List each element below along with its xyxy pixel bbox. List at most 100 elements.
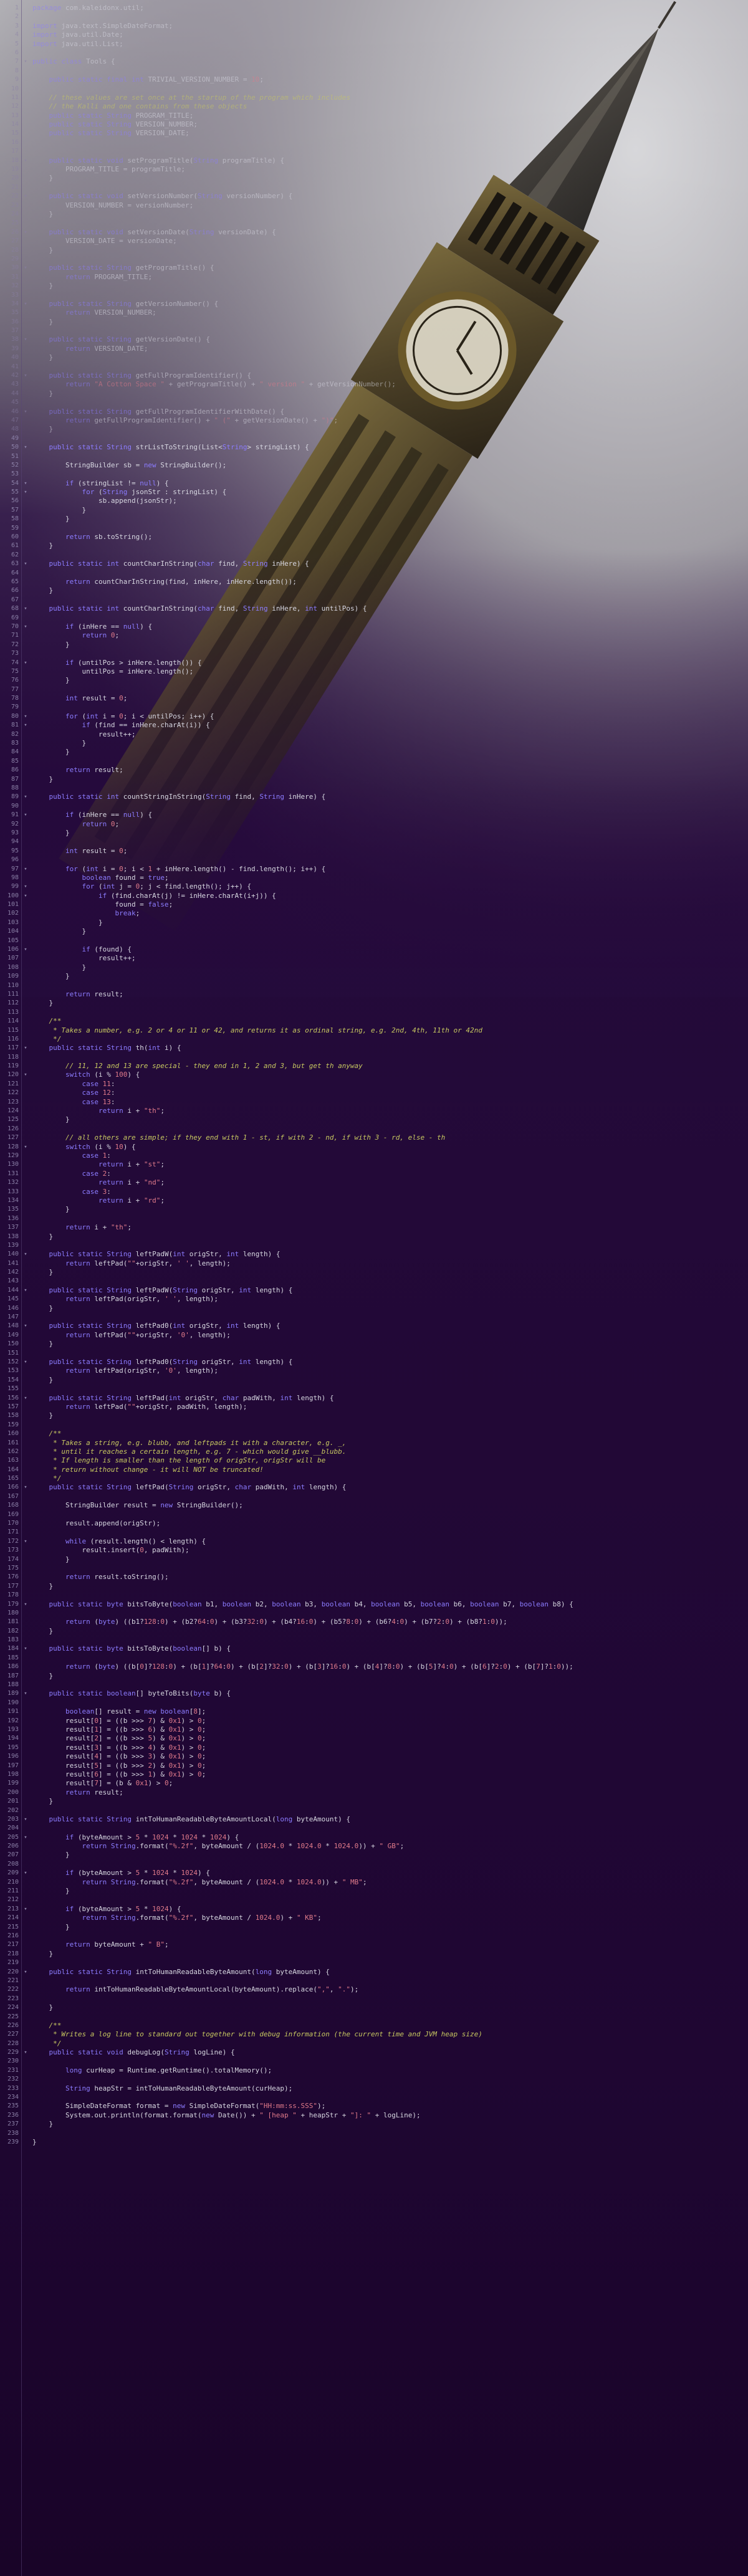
code-line[interactable]: 50 ▾ public static String strListToString… xyxy=(0,443,748,452)
fold-marker-icon[interactable]: ▾ xyxy=(22,1483,29,1492)
code-line[interactable]: 179 ▾ public static byte bitsToByte(boole… xyxy=(0,1600,748,1609)
code-line[interactable]: 222 return intToHumanReadableByteAmountL… xyxy=(0,1985,748,1994)
code-line[interactable]: 30 ▾ public static String getProgramTitle… xyxy=(0,264,748,272)
code-line[interactable]: 164 * return without change - it will NO… xyxy=(0,1466,748,1474)
code-line[interactable]: 92 return 0; xyxy=(0,820,748,829)
code-line[interactable]: 106 ▾ if (found) { xyxy=(0,945,748,954)
code-line[interactable]: 172 ▾ while (result.length() < length) { xyxy=(0,1537,748,1546)
code-line[interactable]: 147 xyxy=(0,1313,748,1322)
code-line[interactable]: 73 xyxy=(0,649,748,658)
code-line[interactable]: 15 public static String VERSION_DATE; xyxy=(0,129,748,138)
fold-marker-icon[interactable]: ▾ xyxy=(22,721,29,730)
code-line[interactable]: 224 } xyxy=(0,2003,748,2012)
code-line[interactable]: 3 import java.text.SimpleDateFormat; xyxy=(0,22,748,31)
code-line[interactable]: 25 xyxy=(0,219,748,227)
code-line[interactable]: 210 return String.format("%.2f", byteAmo… xyxy=(0,1878,748,1887)
code-line[interactable]: 169 xyxy=(0,1510,748,1519)
code-line[interactable]: 47 return getFullProgramIdentifier() + "… xyxy=(0,416,748,425)
code-line[interactable]: 84 } xyxy=(0,748,748,756)
fold-marker-icon[interactable]: ▾ xyxy=(22,1358,29,1367)
fold-marker-icon[interactable]: ▾ xyxy=(22,1143,29,1152)
code-line[interactable]: 44 } xyxy=(0,389,748,398)
code-line[interactable]: 148 ▾ public static String leftPad0(int o… xyxy=(0,1322,748,1330)
code-line[interactable]: 207 } xyxy=(0,1851,748,1859)
code-line[interactable]: 144 ▾ public static String leftPadW(Strin… xyxy=(0,1286,748,1295)
fold-marker-icon[interactable]: ▾ xyxy=(22,443,29,452)
code-line[interactable]: 213 ▾ if (byteAmount > 5 * 1024) { xyxy=(0,1905,748,1914)
code-line[interactable]: 175 xyxy=(0,1564,748,1573)
code-line[interactable]: 118 xyxy=(0,1053,748,1062)
code-line[interactable]: 205 ▾ if (byteAmount > 5 * 1024 * 1024 * … xyxy=(0,1833,748,1842)
code-line[interactable]: 7 ▾ public class Tools { xyxy=(0,57,748,66)
code-line[interactable]: 69 xyxy=(0,614,748,623)
code-line[interactable]: 230 xyxy=(0,2057,748,2066)
code-line[interactable]: 159 xyxy=(0,1421,748,1429)
code-line[interactable]: 170 result.append(origStr); xyxy=(0,1519,748,1528)
code-lines[interactable]: 1 package com.kaleidonx.util; 2 3 import jav… xyxy=(0,4,748,2147)
code-line[interactable]: 157 return leftPad(""+origStr, padWith, … xyxy=(0,1403,748,1411)
fold-marker-icon[interactable]: ▾ xyxy=(22,1071,29,1079)
code-line[interactable]: 178 xyxy=(0,1591,748,1600)
code-line[interactable]: 81 ▾ if (find == inHere.charAt(i)) { xyxy=(0,721,748,730)
code-line[interactable]: 212 xyxy=(0,1896,748,1904)
fold-marker-icon[interactable]: ▾ xyxy=(22,1644,29,1653)
fold-marker-icon[interactable]: ▾ xyxy=(22,300,29,308)
code-line[interactable]: 163 * If length is smaller than the leng… xyxy=(0,1456,748,1465)
code-line[interactable]: 17 xyxy=(0,147,748,156)
code-line[interactable]: 29 xyxy=(0,255,748,264)
code-line[interactable]: 96 xyxy=(0,856,748,864)
code-line[interactable]: 123 case 13: xyxy=(0,1098,748,1107)
code-line[interactable]: 150 } xyxy=(0,1340,748,1348)
code-line[interactable]: 181 return (byte) ((b1?128:0) + (b2?64:0… xyxy=(0,1618,748,1626)
code-line[interactable]: 46 ▾ public static String getFullProgramI… xyxy=(0,408,748,416)
code-line[interactable]: 42 ▾ public static String getFullProgramI… xyxy=(0,371,748,380)
code-line[interactable]: 102 break; xyxy=(0,909,748,918)
fold-marker-icon[interactable]: ▾ xyxy=(22,479,29,488)
code-line[interactable]: 219 xyxy=(0,1958,748,1967)
code-line[interactable]: 68 ▾ public static int countCharInString(… xyxy=(0,604,748,613)
code-line[interactable]: 2 xyxy=(0,12,748,21)
fold-marker-icon[interactable]: ▾ xyxy=(22,945,29,954)
code-line[interactable]: 100 ▾ if (find.charAt(j) != inHere.charAt… xyxy=(0,892,748,900)
code-line[interactable]: 60 return sb.toString(); xyxy=(0,533,748,541)
code-line[interactable]: 132 return i + "nd"; xyxy=(0,1178,748,1187)
code-line[interactable]: 27 VERSION_DATE = versionDate; xyxy=(0,237,748,246)
code-line[interactable]: 80 ▾ for (int i = 0; i < untilPos; i++) { xyxy=(0,712,748,721)
code-line[interactable]: 36 } xyxy=(0,318,748,327)
code-line[interactable]: 76 } xyxy=(0,676,748,685)
code-line[interactable]: 126 xyxy=(0,1125,748,1133)
code-line[interactable]: 85 xyxy=(0,757,748,766)
code-line[interactable]: 124 return i + "th"; xyxy=(0,1107,748,1115)
code-line[interactable]: 39 return VERSION_DATE; xyxy=(0,345,748,353)
code-line[interactable]: 86 return result; xyxy=(0,766,748,775)
code-line[interactable]: 229 ▾ public static void debugLog(String … xyxy=(0,2048,748,2057)
code-line[interactable]: 239} xyxy=(0,2138,748,2147)
fold-marker-icon[interactable]: ▾ xyxy=(22,1968,29,1977)
fold-marker-icon[interactable]: ▾ xyxy=(22,712,29,721)
code-line[interactable]: 138 } xyxy=(0,1233,748,1241)
fold-marker-icon[interactable]: ▾ xyxy=(22,335,29,344)
code-line[interactable]: 61 } xyxy=(0,541,748,550)
fold-marker-icon[interactable]: ▾ xyxy=(22,1537,29,1546)
code-line[interactable]: 6 xyxy=(0,49,748,57)
code-line[interactable]: 141 return leftPad(""+origStr, ' ', leng… xyxy=(0,1259,748,1268)
code-line[interactable]: 114 /** xyxy=(0,1017,748,1026)
code-line[interactable]: 70 ▾ if (inHere == null) { xyxy=(0,623,748,631)
code-line[interactable]: 231 long curHeap = Runtime.getRuntime().… xyxy=(0,2066,748,2075)
code-line[interactable]: 202 xyxy=(0,1806,748,1815)
code-line[interactable]: 99 ▾ for (int j = 0; j < find.length(); j… xyxy=(0,882,748,891)
code-line[interactable]: 57 } xyxy=(0,506,748,515)
code-line[interactable]: 66 } xyxy=(0,586,748,595)
code-line[interactable]: 237 } xyxy=(0,2120,748,2129)
code-line[interactable]: 198 result[6] = ((b >>> 1) & 0x1) > 0; xyxy=(0,1770,748,1779)
fold-marker-icon[interactable]: ▾ xyxy=(22,1833,29,1842)
fold-marker-icon[interactable]: ▾ xyxy=(22,264,29,272)
code-line[interactable]: 208 xyxy=(0,1860,748,1869)
code-line[interactable]: 71 return 0; xyxy=(0,631,748,640)
code-line[interactable]: 49 xyxy=(0,434,748,443)
code-line[interactable]: 154 } xyxy=(0,1376,748,1385)
code-line[interactable]: 161 * Takes a string, e.g. blubb, and le… xyxy=(0,1439,748,1448)
code-line[interactable]: 233 String heapStr = intToHumanReadableB… xyxy=(0,2084,748,2093)
code-line[interactable]: 79 xyxy=(0,703,748,712)
code-line[interactable]: 194 result[2] = ((b >>> 5) & 0x1) > 0; xyxy=(0,1734,748,1743)
